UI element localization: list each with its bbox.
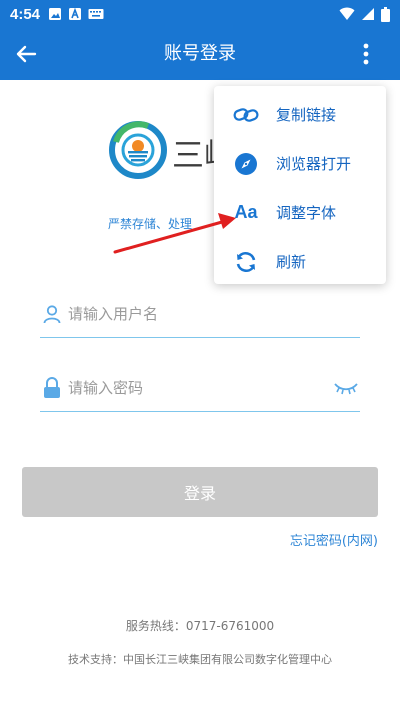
refresh-icon bbox=[232, 248, 260, 276]
compass-icon bbox=[232, 150, 260, 178]
more-options-button[interactable] bbox=[354, 38, 378, 70]
toggle-password-visibility-icon[interactable] bbox=[332, 376, 360, 400]
company-logo bbox=[108, 120, 168, 180]
menu-item-open-browser[interactable]: 浏览器打开 bbox=[214, 139, 386, 188]
password-input[interactable] bbox=[68, 378, 332, 397]
login-button[interactable]: 登录 bbox=[22, 467, 378, 517]
menu-item-copy-link[interactable]: 复制链接 bbox=[214, 90, 386, 139]
menu-item-label: 浏览器打开 bbox=[276, 155, 352, 173]
keyboard-icon bbox=[88, 9, 104, 19]
signal-icon bbox=[362, 8, 374, 20]
app-bar: 账号登录 bbox=[0, 28, 400, 80]
font-size-glyph: Aa bbox=[234, 202, 258, 222]
menu-item-label: 复制链接 bbox=[276, 106, 337, 124]
user-icon bbox=[40, 302, 64, 326]
service-hotline: 服务热线：0717-6761000 bbox=[125, 619, 275, 633]
status-bar: 4:54 bbox=[0, 0, 400, 28]
username-field bbox=[40, 290, 360, 338]
menu-item-label: 刷新 bbox=[276, 253, 307, 271]
font-size-icon: Aa bbox=[232, 199, 260, 227]
logo-emblem-icon bbox=[109, 121, 167, 179]
menu-item-label: 调整字体 bbox=[276, 204, 337, 222]
overflow-menu: 复制链接 浏览器打开 Aa 调整字体 刷新 bbox=[214, 86, 386, 284]
username-input[interactable] bbox=[68, 304, 360, 323]
page-title: 账号登录 bbox=[164, 43, 236, 64]
forgot-password-link[interactable]: 忘记密码(内网) bbox=[290, 530, 378, 549]
link-icon bbox=[232, 101, 260, 129]
a-icon bbox=[69, 7, 82, 20]
technical-support: 技术支持：中国长江三峡集团有限公司数字化管理中心 bbox=[68, 653, 332, 666]
lock-icon bbox=[40, 376, 64, 400]
image-icon bbox=[49, 8, 62, 20]
menu-item-refresh[interactable]: 刷新 bbox=[214, 237, 386, 286]
more-vert-icon bbox=[363, 43, 369, 65]
menu-item-adjust-font[interactable]: Aa 调整字体 bbox=[214, 188, 386, 237]
brand-subtitle: 严禁存储、处理 bbox=[108, 217, 193, 231]
status-time: 4:54 bbox=[10, 5, 41, 23]
password-field bbox=[40, 364, 360, 412]
wifi-icon bbox=[339, 7, 355, 20]
battery-icon bbox=[381, 6, 390, 22]
